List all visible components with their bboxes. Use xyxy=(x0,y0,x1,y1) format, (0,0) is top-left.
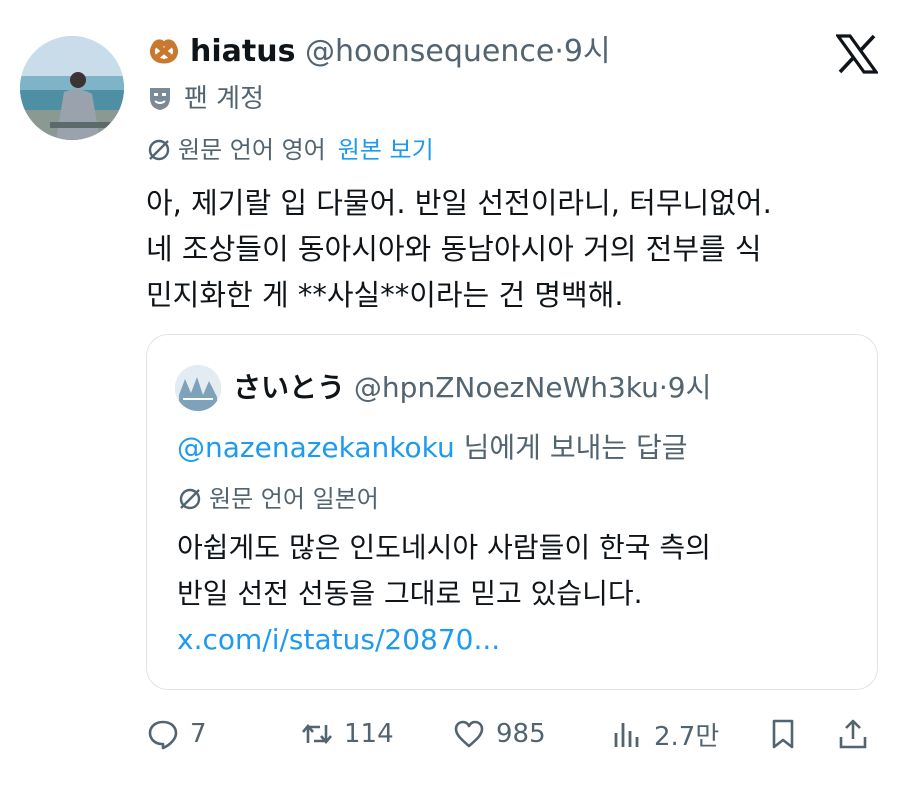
repost-button[interactable]: 114 xyxy=(300,710,394,758)
share-icon xyxy=(839,719,867,749)
reply-mention-link[interactable]: @nazenazekankoku xyxy=(177,431,455,464)
quoted-author-header: さいとう @hpnZNoezNeWh3ku·9시 xyxy=(233,368,711,408)
quoted-time[interactable]: 9시 xyxy=(668,371,712,404)
replying-to-line: @nazenazekankoku 님에게 보내는 답글 xyxy=(177,427,688,469)
like-button[interactable]: 985 xyxy=(452,710,546,758)
quoted-translation-info: 원문 언어 일본어 xyxy=(177,481,379,517)
quoted-text-line: 아쉽게도 많은 인도네시아 사람들이 한국 측의 xyxy=(177,531,711,564)
tweet-container: hiatus @hoonsequence·9시 팬 계정 원문 언어 영어 원본 … xyxy=(0,0,900,791)
quoted-avatar-image xyxy=(175,365,221,411)
fan-account-badge: 팬 계정 xyxy=(146,80,264,118)
tweet-text-line: 네 조상들이 동아시아와 동남아시아 거의 전부를 식 xyxy=(146,232,762,266)
view-original-link[interactable]: 원본 보기 xyxy=(338,136,434,164)
x-logo-icon[interactable] xyxy=(834,34,880,74)
share-button[interactable] xyxy=(836,710,870,758)
bookmark-icon xyxy=(772,719,794,749)
reply-suffix: 님에게 보내는 답글 xyxy=(463,431,688,464)
quoted-handle[interactable]: @hpnZNoezNeWh3ku xyxy=(354,371,659,404)
avatar-photo xyxy=(20,36,124,140)
quoted-text-line: 반일 선전 선동을 그대로 믿고 있습니다. xyxy=(177,577,643,610)
views-button[interactable]: 2.7만 xyxy=(610,710,719,758)
quoted-time-separator: · xyxy=(658,371,668,404)
quoted-tweet-body: 아쉽게도 많은 인도네시아 사람들이 한국 측의 반일 선전 선동을 그대로 믿… xyxy=(177,525,857,663)
quoted-status-link[interactable]: x.com/i/status/20870... xyxy=(177,617,857,663)
reply-count: 7 xyxy=(190,719,207,749)
quoted-source-language: 원문 언어 일본어 xyxy=(209,485,379,513)
reply-icon xyxy=(148,720,178,750)
action-bar: 7 114 985 2.7만 xyxy=(146,710,881,758)
mask-icon xyxy=(146,84,174,112)
tweet-text-line: 민지화한 게 **사실**이라는 건 명백해. xyxy=(146,278,624,312)
fan-account-label: 팬 계정 xyxy=(184,84,265,114)
source-language-label: 원문 언어 영어 xyxy=(178,136,326,164)
author-avatar[interactable] xyxy=(20,36,124,140)
time-separator: · xyxy=(554,34,564,69)
like-count: 985 xyxy=(496,719,546,749)
translation-info: 원문 언어 영어 원본 보기 xyxy=(146,132,434,168)
author-header: hiatus @hoonsequence·9시 xyxy=(146,30,611,74)
tweet-body: 아, 제기랄 입 다물어. 반일 선전이라니, 터무니없어. 네 조상들이 동아… xyxy=(146,180,876,318)
repost-count: 114 xyxy=(344,719,394,749)
reply-button[interactable]: 7 xyxy=(146,710,207,758)
views-count: 2.7만 xyxy=(654,721,720,752)
quoted-author-avatar[interactable] xyxy=(175,365,221,411)
quoted-display-name[interactable]: さいとう xyxy=(233,371,345,404)
translate-icon xyxy=(146,137,172,163)
author-handle[interactable]: @hoonsequence xyxy=(305,34,554,69)
repost-icon xyxy=(302,723,332,745)
tweet-time[interactable]: 9시 xyxy=(564,34,611,69)
author-display-name[interactable]: hiatus xyxy=(190,34,295,69)
pretzel-emoji-icon xyxy=(146,31,182,67)
tweet-text-line: 아, 제기랄 입 다물어. 반일 선전이라니, 터무니없어. xyxy=(146,186,772,220)
quoted-tweet-card[interactable]: さいとう @hpnZNoezNeWh3ku·9시 @nazenazekankok… xyxy=(146,334,878,690)
bookmark-button[interactable] xyxy=(766,710,800,758)
translate-icon xyxy=(177,486,203,512)
heart-icon xyxy=(454,720,484,748)
views-chart-icon xyxy=(614,723,639,747)
